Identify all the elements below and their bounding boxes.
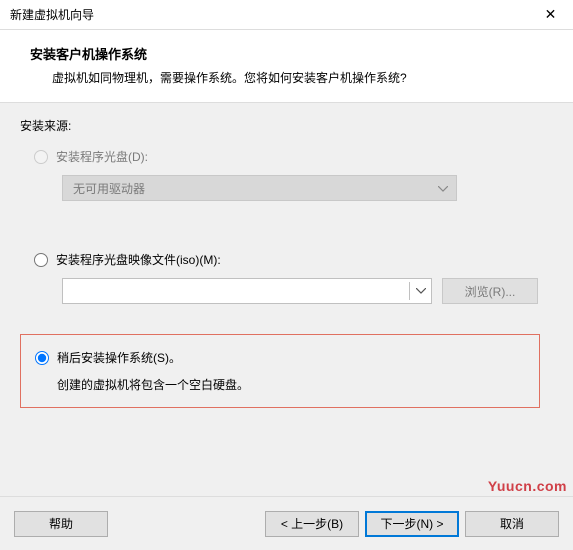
help-button[interactable]: 帮助 bbox=[14, 511, 108, 537]
radio-install-later-label: 稍后安装操作系统(S)。 bbox=[57, 349, 181, 366]
chevron-down-icon bbox=[438, 181, 448, 195]
back-button[interactable]: < 上一步(B) bbox=[265, 511, 359, 537]
radio-install-disc-label: 安装程序光盘(D): bbox=[56, 148, 148, 165]
chevron-down-icon bbox=[409, 282, 426, 300]
close-button[interactable]: ✕ bbox=[528, 0, 573, 30]
cancel-button[interactable]: 取消 bbox=[465, 511, 559, 537]
close-icon: ✕ bbox=[545, 6, 557, 23]
radio-install-iso[interactable] bbox=[34, 253, 48, 267]
wizard-footer: 帮助 < 上一步(B) 下一步(N) > 取消 bbox=[0, 496, 573, 550]
option-install-later-box: 稍后安装操作系统(S)。 创建的虚拟机将包含一个空白硬盘。 bbox=[20, 334, 540, 408]
wizard-header: 安装客户机操作系统 虚拟机如同物理机，需要操作系统。您将如何安装客户机操作系统? bbox=[0, 30, 573, 103]
iso-path-input[interactable] bbox=[62, 278, 432, 304]
option-install-iso: 安装程序光盘映像文件(iso)(M): 浏览(R)... bbox=[28, 251, 553, 304]
wizard-content: 安装来源: 安装程序光盘(D): 无可用驱动器 安装程序光盘映像文件(iso)(… bbox=[0, 103, 573, 529]
option-install-disc: 安装程序光盘(D): 无可用驱动器 bbox=[28, 148, 553, 201]
page-title: 安装客户机操作系统 bbox=[30, 44, 555, 63]
watermark: Yuucn.com bbox=[488, 478, 567, 494]
radio-install-later[interactable] bbox=[35, 351, 49, 365]
drive-dropdown-value: 无可用驱动器 bbox=[73, 180, 145, 197]
page-subtitle: 虚拟机如同物理机，需要操作系统。您将如何安装客户机操作系统? bbox=[30, 69, 555, 86]
radio-install-disc[interactable] bbox=[34, 150, 48, 164]
install-later-hint: 创建的虚拟机将包含一个空白硬盘。 bbox=[57, 376, 529, 393]
install-source-label: 安装来源: bbox=[20, 117, 553, 134]
window-title: 新建虚拟机向导 bbox=[10, 6, 94, 23]
browse-button[interactable]: 浏览(R)... bbox=[442, 278, 538, 304]
next-button[interactable]: 下一步(N) > bbox=[365, 511, 459, 537]
radio-install-iso-label: 安装程序光盘映像文件(iso)(M): bbox=[56, 251, 221, 268]
drive-dropdown[interactable]: 无可用驱动器 bbox=[62, 175, 457, 201]
titlebar: 新建虚拟机向导 ✕ bbox=[0, 0, 573, 30]
